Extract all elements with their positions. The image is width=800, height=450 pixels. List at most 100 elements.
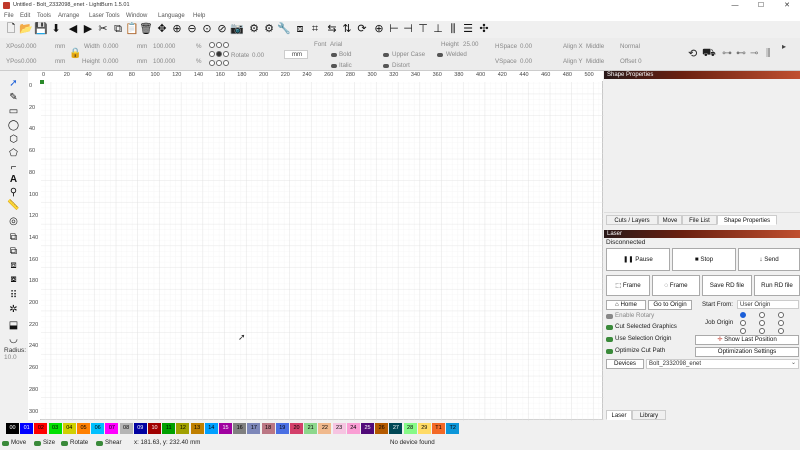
save-rd-button[interactable]: Save RD file (702, 275, 752, 296)
palette-swatch[interactable]: 08 (119, 423, 133, 434)
flip-shape-icon[interactable]: ⬓ (6, 319, 21, 332)
settings-icon[interactable]: ⚙ (247, 22, 261, 36)
font-height-value[interactable]: 25.00 (463, 40, 478, 50)
palette-swatch[interactable]: 01 (20, 423, 34, 434)
cut-icon[interactable]: ✂ (96, 22, 110, 36)
align-bottom-icon[interactable]: ⊥ (431, 22, 445, 36)
job-origin-radio-bl[interactable] (740, 328, 746, 334)
align-top-icon[interactable]: ⊤ (416, 22, 430, 36)
palette-swatch[interactable]: 13 (190, 423, 204, 434)
palette-swatch[interactable]: 14 (204, 423, 218, 434)
job-origin-radio-ml[interactable] (740, 320, 746, 326)
palette-swatch[interactable]: 21 (304, 423, 318, 434)
menu-file[interactable]: File (4, 11, 14, 21)
job-origin-radio-bc[interactable] (759, 328, 765, 334)
palette-swatch[interactable]: 17 (247, 423, 261, 434)
tab-move[interactable]: Move (658, 215, 682, 225)
italic-toggle[interactable] (331, 64, 337, 68)
height-value[interactable]: 0.000 (103, 57, 118, 67)
zoom-selection-icon[interactable]: ⊘ (215, 22, 229, 36)
welded-toggle[interactable] (437, 53, 443, 57)
anchor-radio-tc[interactable] (216, 42, 222, 48)
device-dropdown-icon[interactable]: ⌄ (791, 359, 796, 366)
pan-icon[interactable]: ✥ (155, 22, 169, 36)
home-button[interactable]: ⌂ Home (606, 300, 646, 310)
open-folder-icon[interactable]: 📂 (19, 22, 33, 36)
palette-swatch[interactable]: 19 (275, 423, 289, 434)
palette-swatch[interactable]: 06 (91, 423, 105, 434)
edit-nodes-icon[interactable]: ✎ (6, 91, 21, 104)
palette-swatch[interactable]: 05 (77, 423, 90, 434)
lock-icon[interactable]: 🔒 (69, 48, 81, 59)
palette-swatch[interactable]: 12 (176, 423, 190, 434)
anchor-radio-mc[interactable] (216, 51, 222, 57)
palette-swatch[interactable]: 09 (133, 423, 147, 434)
minimize-button[interactable]: — (722, 0, 748, 11)
polygon-tool-icon[interactable]: ⬡ (6, 133, 21, 146)
tab-file-list[interactable]: File List (682, 215, 717, 225)
laser-device-icon[interactable]: ⛟ (702, 47, 716, 61)
import-icon[interactable]: ⬇ (49, 22, 63, 36)
palette-swatch[interactable]: 04 (62, 423, 76, 434)
ellipse-tool-icon[interactable]: ◯ (6, 119, 21, 132)
palette-swatch[interactable]: 03 (48, 423, 62, 434)
radius-value[interactable]: 10.0 (4, 354, 17, 361)
job-origin-radio-tc[interactable] (759, 312, 765, 318)
device-select[interactable]: Bolt_2332098_enet (646, 359, 799, 369)
palette-swatch[interactable]: 02 (34, 423, 48, 434)
circular-array-icon[interactable]: ✲ (6, 303, 21, 316)
device-settings-icon[interactable]: ⚙ (262, 22, 276, 36)
menu-tools[interactable]: Tools (37, 11, 51, 21)
enable-rotary-checkbox[interactable] (606, 314, 613, 319)
frame-button[interactable]: ⬚ Frame (606, 275, 650, 296)
optimize-cut-checkbox[interactable] (606, 349, 613, 354)
menu-help[interactable]: Help (193, 11, 205, 21)
align-centers-icon[interactable]: ⊶ (722, 48, 732, 59)
workspace-canvas[interactable]: ➚ (28, 71, 604, 421)
draw-lines-icon[interactable]: ⬠ (6, 147, 21, 160)
pause-button[interactable]: ❚❚ Pause (606, 248, 670, 271)
tab-laser[interactable]: Laser (606, 410, 632, 420)
palette-swatch[interactable]: 18 (261, 423, 275, 434)
boolean-subtract-icon[interactable]: ⧈ (6, 259, 21, 272)
palette-swatch[interactable]: 07 (105, 423, 119, 434)
select-tool-icon[interactable]: ➚ (6, 77, 21, 90)
distort-toggle[interactable] (383, 64, 389, 68)
anchor-radio-ml[interactable] (209, 51, 215, 57)
offset-value[interactable]: Offset 0 (620, 57, 642, 67)
corner-shape-icon[interactable]: ◡ (6, 333, 21, 346)
height-percent[interactable]: 100.000 (153, 57, 175, 67)
text-a-icon[interactable]: A (6, 173, 21, 186)
job-origin-radio-mr[interactable] (778, 320, 784, 326)
boolean-union-icon[interactable]: ⧉ (6, 245, 21, 258)
node-edit-icon[interactable]: ⟲ (688, 47, 697, 60)
palette-swatch[interactable]: 29 (417, 423, 431, 434)
move-together-icon[interactable]: ✣ (477, 22, 491, 36)
devices-button[interactable]: Devices (606, 359, 644, 369)
mirror-v-icon[interactable]: ⇅ (340, 22, 354, 36)
use-selection-origin-checkbox[interactable] (606, 337, 613, 342)
align-left-icon[interactable]: ⊢ (387, 22, 401, 36)
palette-swatch[interactable]: 00 (6, 423, 19, 434)
width-value[interactable]: 0.000 (103, 42, 118, 52)
job-origin-radio-mc[interactable] (759, 320, 765, 326)
text-mode-select[interactable]: Normal (620, 42, 640, 52)
menu-laser-tools[interactable]: Laser Tools (89, 11, 120, 21)
anchor-radio-bc[interactable] (216, 60, 222, 66)
menu-window[interactable]: Window (126, 11, 147, 21)
ungroup-icon[interactable]: ⊸ (750, 48, 758, 59)
optimization-settings-button[interactable]: Optimization Settings (695, 347, 799, 357)
palette-swatch[interactable]: 22 (318, 423, 332, 434)
zoom-page-icon[interactable]: ⊙ (200, 22, 214, 36)
boolean-intersect-icon[interactable]: ⧇ (6, 273, 21, 286)
align-center-icon[interactable]: ⊕ (372, 22, 386, 36)
frame-circle-button[interactable]: ◌ Frame (652, 275, 700, 296)
bold-toggle[interactable] (331, 53, 337, 57)
close-button[interactable]: ✕ (774, 0, 800, 11)
undo-icon[interactable]: ◀ (66, 22, 80, 36)
align-right-icon[interactable]: ⊣ (401, 22, 415, 36)
weld-shapes-icon[interactable]: ⧉ (6, 231, 21, 244)
arrange-icon[interactable]: ⧈ (293, 22, 307, 36)
palette-swatch[interactable]: 15 (219, 423, 232, 434)
distribute-icon[interactable]: ⫼ (766, 48, 771, 59)
